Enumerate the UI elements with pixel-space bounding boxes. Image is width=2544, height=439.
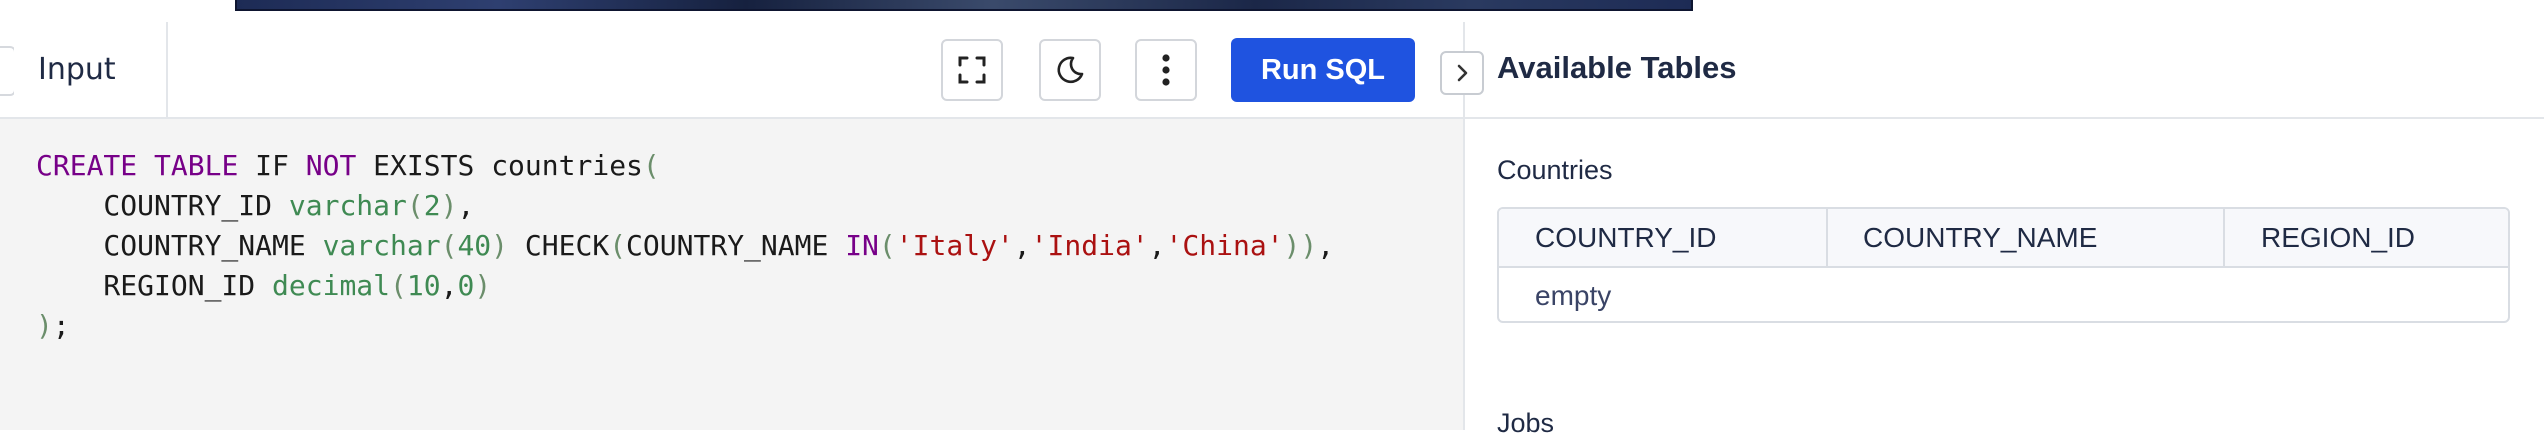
column-header: REGION_ID xyxy=(2261,221,2416,253)
code-line-5: ); xyxy=(36,309,70,342)
column-divider xyxy=(2223,209,2225,266)
moon-icon xyxy=(1057,56,1084,84)
tab-input-label: Input xyxy=(38,52,116,87)
top-strip xyxy=(0,0,2544,24)
run-sql-button[interactable]: Run SQL xyxy=(1231,38,1415,102)
tab-input[interactable]: Input xyxy=(14,22,168,117)
fullscreen-icon xyxy=(958,56,986,84)
sidebar-title: Available Tables xyxy=(1497,50,1737,85)
code-line-3: COUNTRY_NAME varchar(40) CHECK(COUNTRY_N… xyxy=(36,229,1335,262)
fullscreen-button[interactable] xyxy=(941,39,1003,101)
more-options-button[interactable] xyxy=(1135,39,1197,101)
editor-pane: Input Run SQL CREATE TABLE IF NOT EXISTS… xyxy=(0,22,1465,430)
collapse-sidebar-button[interactable] xyxy=(1440,51,1484,95)
column-header: COUNTRY_ID xyxy=(1535,221,1717,253)
code-line-2: COUNTRY_ID varchar(2), xyxy=(36,189,475,222)
countries-table-header: COUNTRY_ID COUNTRY_NAME REGION_ID xyxy=(1499,209,2508,268)
more-vertical-icon xyxy=(1162,54,1170,86)
chevron-right-icon xyxy=(1457,64,1468,82)
sql-editor[interactable]: CREATE TABLE IF NOT EXISTS countries( CO… xyxy=(0,119,1461,430)
column-header: COUNTRY_NAME xyxy=(1863,221,2098,253)
table-title-jobs[interactable]: Jobs xyxy=(1497,408,1554,439)
empty-table-message: empty xyxy=(1535,280,1612,311)
code-line-1: CREATE TABLE IF NOT EXISTS countries( xyxy=(36,149,660,182)
code-line-4: REGION_ID decimal(10,0) xyxy=(36,269,492,302)
column-divider xyxy=(1826,209,1828,266)
theme-toggle-button[interactable] xyxy=(1039,39,1101,101)
header-banner-image xyxy=(235,0,1693,11)
tables-sidebar: Available Tables Countries COUNTRY_ID CO… xyxy=(1440,22,2544,438)
editor-toolbar: Input Run SQL xyxy=(0,22,1463,119)
tables-sidebar-header: Available Tables xyxy=(1440,22,2544,119)
countries-table: COUNTRY_ID COUNTRY_NAME REGION_ID empty xyxy=(1497,207,2510,323)
table-title-countries[interactable]: Countries xyxy=(1497,155,1613,186)
